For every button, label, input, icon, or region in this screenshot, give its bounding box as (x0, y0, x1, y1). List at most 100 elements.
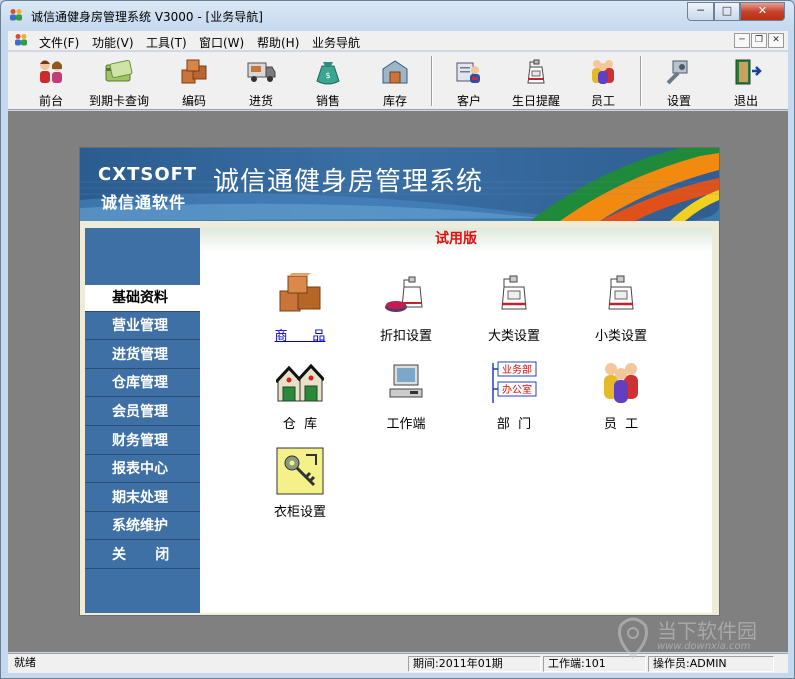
title-bar[interactable]: 诚信通健身房管理系统 V3000 - [业务导航] ─ □ ✕ (1, 1, 794, 30)
toolbar-purchase-button[interactable]: 进货 (230, 54, 292, 108)
toolbar-label: 销售 (315, 94, 340, 108)
toolbar-front-desk-button[interactable]: 前台 (20, 54, 82, 108)
sidebar-item-system[interactable]: 系统维护 (85, 513, 200, 540)
toolbar-sales-button[interactable]: $ 销售 (297, 54, 359, 108)
watermark-text: 当下软件园 (657, 619, 757, 643)
warehouse-house-icon (276, 363, 324, 402)
discount-icon (385, 276, 423, 312)
close-button[interactable]: ✕ (740, 2, 785, 21)
watermark-logo-icon (618, 617, 648, 659)
sidebar-item-period-end[interactable]: 期末处理 (85, 485, 200, 512)
locker-key-icon (276, 447, 324, 495)
mdi-close-button[interactable]: ✕ (768, 33, 784, 48)
mdi-minimize-button[interactable]: ─ (734, 33, 750, 48)
menu-window[interactable]: 窗口(W) (199, 34, 244, 51)
watermark-url: www.downxia.com (657, 641, 751, 652)
sidebar-item-business[interactable]: 营业管理 (85, 313, 200, 340)
grid-item-discount[interactable]: 折扣设置 (361, 271, 451, 351)
toolbar-staff-button[interactable]: 员工 (572, 54, 634, 108)
mdi-child-icon[interactable] (13, 33, 29, 47)
sidebar-item-finance[interactable]: 财务管理 (85, 428, 200, 455)
toolbar-settings-button[interactable]: 设置 (648, 54, 710, 108)
toolbar-coding-button[interactable]: 编码 (163, 54, 225, 108)
brand-english-name: CXTSOFT (98, 164, 198, 185)
status-ready: 就绪 (14, 656, 36, 669)
grid-label: 员 工 (603, 417, 639, 432)
toolbar-label: 生日提醒 (511, 94, 560, 108)
mdi-restore-button[interactable]: ❐ (751, 33, 767, 48)
toolbar-separator (640, 56, 642, 106)
front-desk-icon (40, 60, 62, 83)
exit-icon (735, 59, 762, 85)
money-bag-icon: $ (316, 62, 340, 85)
grid-label: 衣柜设置 (273, 505, 326, 520)
toolbar-customer-button[interactable]: 客户 (438, 54, 500, 108)
sidebar-item-basic-data[interactable]: 基础资料 (85, 285, 200, 312)
warehouse-icon (382, 60, 408, 84)
trial-edition-label: 试用版 (435, 231, 477, 247)
grid-item-employees[interactable]: 员 工 (576, 359, 666, 439)
toolbar-birthday-button[interactable]: 生日提醒 (505, 54, 567, 108)
toolbar-label: 退出 (733, 94, 758, 108)
menu-bar: 文件(F) 功能(V) 工具(T) 窗口(W) 帮助(H) 业务导航 ─ ❐ ✕ (8, 31, 788, 51)
grid-item-product[interactable]: 商 品 (255, 271, 345, 351)
app-window: 诚信通健身房管理系统 V3000 - [业务导航] ─ □ ✕ 文件(F) 功能… (0, 0, 795, 679)
toolbar-label: 进货 (248, 94, 273, 108)
department-tag-business: 业务部 (502, 363, 532, 376)
minimize-button[interactable]: ─ (687, 2, 714, 21)
toolbar-card-query-button[interactable]: 到期卡查询 (87, 54, 151, 108)
sidebar-item-reports[interactable]: 报表中心 (85, 456, 200, 483)
grid-label: 工作端 (386, 417, 426, 432)
toolbar-separator (431, 56, 433, 106)
grid-item-locker[interactable]: 衣柜设置 (255, 447, 345, 527)
grid-label: 商 品 (274, 329, 326, 344)
employees-icon (604, 363, 638, 403)
grid-item-workstation[interactable]: 工作端 (361, 359, 451, 439)
grid-item-department[interactable]: 业务部 办公室 部 门 (469, 359, 559, 439)
system-title: 诚信通健身房管理系统 (213, 167, 484, 197)
toolbar-label: 员工 (590, 94, 615, 108)
grid-label: 部 门 (496, 417, 532, 432)
brand-chinese-name: 诚信通软件 (101, 193, 187, 212)
settings-icon (666, 60, 688, 85)
staff-icon (592, 60, 614, 84)
card-query-icon (105, 59, 133, 82)
customer-icon (456, 62, 480, 83)
grid-item-warehouse[interactable]: 仓 库 (255, 359, 345, 439)
toolbar-inventory-button[interactable]: 库存 (364, 54, 426, 108)
menu-function[interactable]: 功能(V) (92, 34, 134, 51)
grid-label: 大类设置 (487, 329, 540, 344)
birthday-icon (527, 59, 545, 84)
menu-file[interactable]: 文件(F) (39, 34, 79, 51)
menu-tools[interactable]: 工具(T) (146, 34, 187, 51)
category-icon (501, 275, 527, 310)
watermark: 当下软件园 www.downxia.com (613, 613, 783, 663)
status-period: 期间:2011年01期 (408, 656, 541, 672)
toolbar-exit-button[interactable]: 退出 (715, 54, 777, 108)
sidebar-item-warehouse[interactable]: 仓库管理 (85, 370, 200, 397)
business-navigation-panel: CXTSOFT 诚信通软件 诚信通健身房管理系统 基础资料 营业管理 进货管理 … (79, 147, 720, 616)
toolbar-label: 设置 (666, 94, 691, 108)
computer-icon (389, 364, 423, 398)
maximize-button[interactable]: □ (714, 2, 740, 21)
grid-item-category[interactable]: 大类设置 (469, 271, 559, 351)
menu-business-nav[interactable]: 业务导航 (312, 34, 360, 51)
svg-text:$: $ (325, 71, 330, 80)
sidebar-item-close[interactable]: 关 闭 (85, 542, 200, 569)
content-area: 试用版 商 品 折扣设置 大类设置 小类设置 仓 库 工作端 业务部 办公室 部… (200, 228, 712, 613)
navigation-body: 基础资料 营业管理 进货管理 仓库管理 会员管理 财务管理 报表中心 期末处理 … (80, 221, 719, 615)
toolbar-label: 到期卡查询 (88, 94, 149, 108)
product-boxes-icon (279, 273, 321, 312)
menu-help[interactable]: 帮助(H) (257, 34, 299, 51)
content-header: 试用版 (200, 228, 712, 252)
department-tag-office: 办公室 (502, 383, 532, 396)
grid-label: 小类设置 (594, 329, 647, 344)
truck-icon (247, 62, 276, 82)
grid-label: 折扣设置 (379, 329, 432, 344)
grid-item-subcategory[interactable]: 小类设置 (576, 271, 666, 351)
sidebar-item-purchase[interactable]: 进货管理 (85, 342, 200, 369)
window-title: 诚信通健身房管理系统 V3000 - [业务导航] (31, 10, 263, 24)
toolbar-label: 客户 (456, 94, 481, 108)
sidebar-item-member[interactable]: 会员管理 (85, 399, 200, 426)
toolbar-label: 库存 (382, 94, 407, 108)
